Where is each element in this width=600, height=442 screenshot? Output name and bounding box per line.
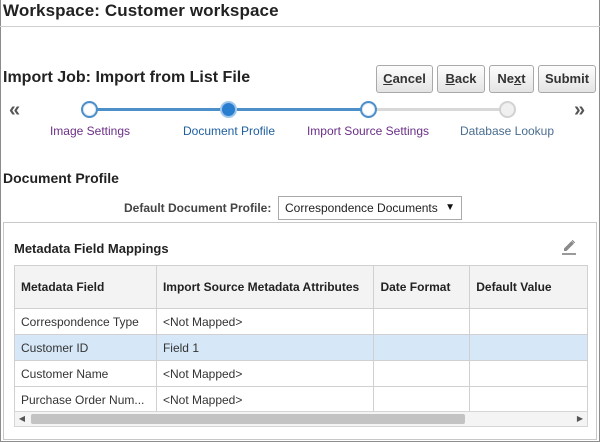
cell-date-format: [373, 334, 471, 361]
table-row[interactable]: Correspondence Type <Not Mapped>: [14, 308, 588, 335]
table-row[interactable]: Customer ID Field 1: [14, 334, 588, 361]
default-document-profile-label: Default Document Profile:: [124, 201, 272, 215]
cell-date-format: [373, 386, 471, 413]
scrollbar-thumb[interactable]: [31, 414, 465, 424]
cell-default-value: [469, 360, 588, 387]
train-connector: [97, 108, 221, 111]
scroll-left-icon[interactable]: ◀: [15, 412, 29, 426]
train-previous-icon[interactable]: «: [9, 99, 20, 122]
train-stop-image-settings[interactable]: [81, 101, 98, 118]
cell-import-attribute: Field 1: [155, 334, 375, 361]
cell-default-value: [469, 334, 588, 361]
scroll-right-icon[interactable]: ▶: [573, 412, 587, 426]
back-button[interactable]: Back: [437, 65, 485, 93]
cell-metadata-field: Correspondence Type: [14, 308, 157, 335]
metadata-mappings-panel: Metadata Field Mappings Metadata Field I…: [3, 222, 597, 440]
column-header-metadata-field[interactable]: Metadata Field: [14, 265, 157, 309]
train-label-image-settings[interactable]: Image Settings: [50, 124, 130, 138]
column-header-import-source-attributes[interactable]: Import Source Metadata Attributes: [155, 265, 375, 309]
train-next-icon[interactable]: »: [574, 99, 585, 122]
train-connector: [377, 108, 501, 111]
cell-import-attribute: <Not Mapped>: [155, 308, 375, 335]
submit-button[interactable]: Submit: [538, 65, 596, 93]
cancel-button[interactable]: Cancel: [376, 65, 433, 93]
train-stop-database-lookup[interactable]: [499, 101, 516, 118]
select-value: Correspondence Documents: [285, 201, 438, 215]
cell-metadata-field: Purchase Order Num...: [14, 386, 157, 413]
panel-title: Metadata Field Mappings: [14, 241, 169, 256]
table-row[interactable]: Customer Name <Not Mapped>: [14, 360, 588, 387]
cell-import-attribute: <Not Mapped>: [155, 386, 375, 413]
section-title-document-profile: Document Profile: [3, 170, 119, 186]
job-title: Import Job: Import from List File: [3, 69, 251, 86]
cell-metadata-field: Customer ID: [14, 334, 157, 361]
workspace-title: Workspace: Customer workspace: [3, 1, 279, 20]
column-header-default-value[interactable]: Default Value: [469, 265, 588, 309]
next-button[interactable]: Next: [489, 65, 534, 93]
cell-import-attribute: <Not Mapped>: [155, 360, 375, 387]
train-stop-document-profile[interactable]: [220, 101, 237, 118]
train-label-document-profile: Document Profile: [182, 124, 276, 138]
caret-down-icon: ▼: [445, 202, 455, 213]
cell-date-format: [373, 308, 471, 335]
train-stop-import-source-settings[interactable]: [360, 101, 377, 118]
horizontal-scrollbar[interactable]: ◀ ▶: [14, 411, 588, 427]
cell-default-value: [469, 308, 588, 335]
train-label-database-lookup[interactable]: Database Lookup: [460, 124, 554, 138]
cell-default-value: [469, 386, 588, 413]
train-connector: [237, 108, 361, 111]
mappings-table: Metadata Field Import Source Metadata At…: [14, 265, 588, 413]
pencil-edit-icon[interactable]: [560, 239, 578, 257]
cell-metadata-field: Customer Name: [14, 360, 157, 387]
table-header-row: Metadata Field Import Source Metadata At…: [14, 265, 588, 309]
header-divider: [0, 26, 600, 27]
train-label-import-source-settings[interactable]: Import Source Settings: [307, 124, 429, 138]
column-header-date-format[interactable]: Date Format: [373, 265, 471, 309]
cell-date-format: [373, 360, 471, 387]
table-row[interactable]: Purchase Order Num... <Not Mapped>: [14, 386, 588, 413]
default-document-profile-select[interactable]: Correspondence Documents ▼: [278, 196, 462, 220]
